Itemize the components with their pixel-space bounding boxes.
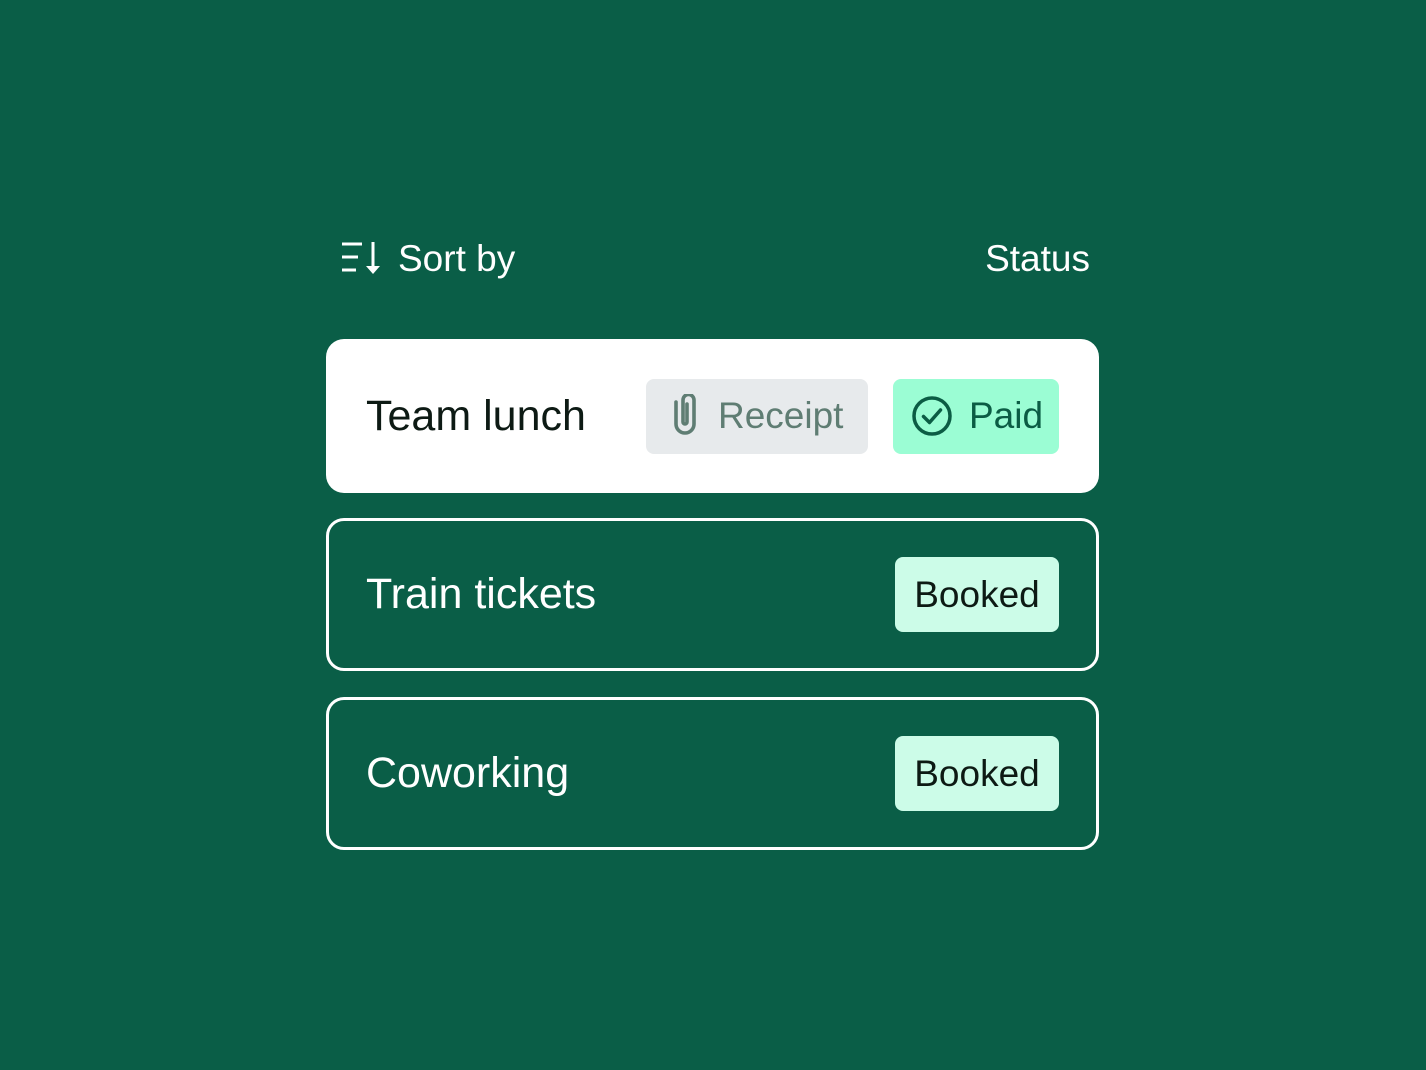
sort-by-label: Sort by xyxy=(398,237,516,279)
sort-descending-icon xyxy=(342,242,380,274)
status-badge-booked: Booked xyxy=(895,557,1059,632)
sort-by-button[interactable]: Sort by xyxy=(340,240,515,277)
sort-bar: Sort by Status xyxy=(340,234,1090,282)
item-title: Train tickets xyxy=(366,570,597,618)
list-item-coworking[interactable]: Coworking Booked xyxy=(326,697,1099,850)
status-badge-booked: Booked xyxy=(895,736,1059,811)
item-title: Team lunch xyxy=(366,391,586,440)
item-title: Coworking xyxy=(366,749,570,797)
sort-field-status[interactable]: Status xyxy=(985,240,1090,277)
receipt-button[interactable]: Receipt xyxy=(646,378,868,454)
list-item-train-tickets[interactable]: Train tickets Booked xyxy=(326,518,1099,671)
paperclip-icon xyxy=(674,394,696,435)
list-item-team-lunch[interactable]: Team lunch Receipt Paid xyxy=(326,339,1099,493)
status-badge-paid: Paid xyxy=(893,378,1059,454)
status-label: Booked xyxy=(914,752,1040,794)
status-label: Booked xyxy=(914,573,1040,615)
check-circle-icon xyxy=(912,396,952,436)
status-label: Paid xyxy=(969,395,1044,436)
receipt-label: Receipt xyxy=(718,395,844,436)
